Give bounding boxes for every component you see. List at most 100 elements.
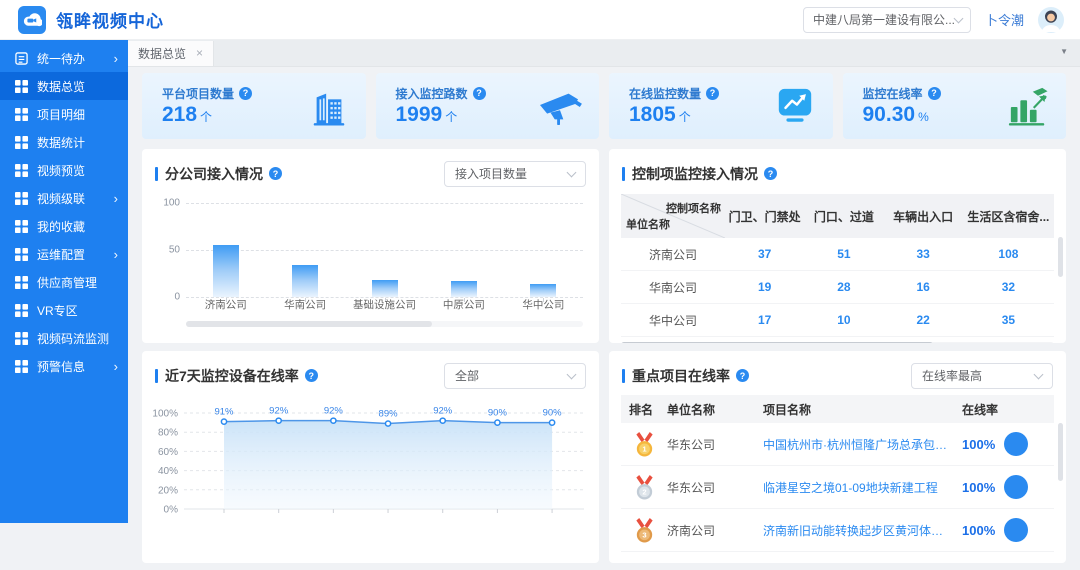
control-count[interactable]: 22: [884, 313, 963, 327]
help-icon[interactable]: ?: [764, 167, 777, 180]
svg-text:90%: 90%: [488, 408, 508, 419]
control-table-body: 济南公司375133108 华南公司19281632 华中公司17102235: [621, 238, 1054, 337]
column-header: 生活区含宿舍...: [963, 194, 1054, 238]
org-selector-dropdown[interactable]: 中建八局第一建设有限公...: [803, 7, 971, 33]
control-count[interactable]: 37: [725, 247, 804, 261]
sidebar-item-3[interactable]: 数据统计: [0, 128, 128, 156]
tab-label: 数据总览: [138, 45, 186, 62]
hscroll-thumb[interactable]: [621, 342, 933, 343]
project-link[interactable]: 中国杭州市·杭州恒隆广场总承包（标段1）工程: [763, 436, 962, 453]
tab-list-caret-icon[interactable]: ▼: [1060, 47, 1068, 56]
column-header: 车辆出入口: [884, 194, 963, 238]
avatar-icon: [1038, 7, 1064, 33]
project-link[interactable]: 临港星空之境01-09地块新建工程: [763, 479, 962, 496]
sidebar-item-label: 我的收藏: [37, 218, 85, 235]
key-projects-vscrollbar[interactable]: [1058, 423, 1063, 481]
online-rate-filter-dropdown[interactable]: 全部: [444, 363, 586, 389]
column-header: 单位名称: [667, 401, 763, 418]
key-projects-sort-dropdown[interactable]: 在线率最高: [911, 363, 1053, 389]
help-icon[interactable]: ?: [473, 87, 486, 100]
sidebar-item-6[interactable]: 我的收藏: [0, 212, 128, 240]
bar[interactable]: [530, 284, 556, 297]
table-row: 华中公司17102235: [621, 304, 1054, 337]
project-link[interactable]: 济南新旧动能转换起步区黄河体育及科技园区基础设施...: [763, 522, 962, 539]
stat-card-1: 接入监控路数?1999个: [376, 73, 600, 139]
sidebar-item-9[interactable]: VR专区: [0, 296, 128, 324]
stat-card-0: 平台项目数量?218个: [142, 73, 366, 139]
sidebar-item-8[interactable]: 供应商管理: [0, 268, 128, 296]
branch-metric-value: 接入项目数量: [455, 165, 527, 182]
control-count[interactable]: 35: [963, 313, 1054, 327]
x-axis-label: 华中公司: [504, 297, 583, 312]
control-count[interactable]: 28: [804, 280, 883, 294]
grid-icon: [15, 332, 28, 345]
help-icon[interactable]: ?: [305, 369, 318, 382]
svg-text:92%: 92%: [324, 406, 344, 417]
bar[interactable]: [372, 280, 398, 297]
bar[interactable]: [213, 245, 239, 297]
chevron-down-icon: [567, 167, 577, 177]
bar[interactable]: [292, 265, 318, 297]
medal-rank-3-icon: 3: [633, 518, 656, 543]
top-header: 瓴眸视频中心 中建八局第一建设有限公... 卜令潮: [0, 0, 1080, 40]
avatar[interactable]: [1038, 7, 1064, 33]
green-stats-camera-icon: [1006, 86, 1050, 126]
control-count[interactable]: 33: [884, 247, 963, 261]
control-count[interactable]: 51: [804, 247, 883, 261]
grid-icon: [15, 276, 28, 289]
online-rate-filter-value: 全部: [455, 367, 479, 384]
svg-text:92%: 92%: [269, 406, 289, 417]
sidebar-item-label: 项目明细: [37, 106, 85, 123]
key-projects-body: 1华东公司中国杭州市·杭州恒隆广场总承包（标段1）工程100%2华东公司临港星空…: [609, 423, 1066, 552]
branch-metric-dropdown[interactable]: 接入项目数量: [444, 161, 586, 187]
bar[interactable]: [451, 281, 477, 297]
sidebar-item-1[interactable]: 数据总览: [0, 72, 128, 100]
sidebar-item-5[interactable]: 视频级联›: [0, 184, 128, 212]
sidebar-item-4[interactable]: 视频预览: [0, 156, 128, 184]
table-row: 1华东公司中国杭州市·杭州恒隆广场总承包（标段1）工程100%: [621, 423, 1054, 466]
control-count[interactable]: 17: [725, 313, 804, 327]
chevron-right-icon: ›: [114, 192, 118, 205]
control-table-hscrollbar[interactable]: [621, 342, 1054, 343]
sidebar-item-7[interactable]: 运维配置›: [0, 240, 128, 268]
control-table-vscrollbar[interactable]: [1058, 237, 1063, 277]
svg-text:3: 3: [642, 530, 646, 539]
unit-name: 济南公司: [621, 246, 725, 263]
medal-rank-1-icon: 1: [633, 432, 656, 457]
title-accent-bar: [155, 167, 158, 181]
control-count[interactable]: 19: [725, 280, 804, 294]
help-icon[interactable]: ?: [928, 87, 941, 100]
online-rate-line-chart: 100%80%60%40%20%0%91%92%92%89%92%90%90%: [148, 393, 591, 548]
control-count[interactable]: 32: [963, 280, 1054, 294]
control-count[interactable]: 16: [884, 280, 963, 294]
x-axis-label: 济南公司: [186, 297, 265, 312]
username[interactable]: 卜令潮: [985, 10, 1024, 29]
unit-name: 华南公司: [621, 279, 725, 296]
help-icon[interactable]: ?: [706, 87, 719, 100]
hscroll-thumb[interactable]: [186, 321, 432, 327]
sidebar-item-2[interactable]: 项目明细: [0, 100, 128, 128]
help-icon[interactable]: ?: [239, 87, 252, 100]
control-count[interactable]: 108: [963, 247, 1054, 261]
svg-text:100%: 100%: [152, 409, 178, 420]
svg-text:60%: 60%: [158, 447, 178, 458]
tab-data-overview[interactable]: 数据总览 ×: [128, 41, 214, 66]
sidebar-item-0[interactable]: 统一待办›: [0, 44, 128, 72]
stat-label: 接入监控路数: [396, 85, 468, 102]
dashboard-content: 平台项目数量?218个接入监控路数?1999个在线监控数量?1805个监控在线率…: [128, 66, 1080, 570]
close-icon[interactable]: ×: [196, 47, 203, 59]
svg-text:40%: 40%: [158, 466, 178, 477]
help-icon[interactable]: ?: [269, 167, 282, 180]
online-rate-7d-title: 近7天监控设备在线率 ?: [155, 366, 318, 386]
stat-unit: 个: [200, 110, 212, 124]
bar-chart-hscrollbar[interactable]: [186, 321, 583, 327]
table-row: 2华东公司临港星空之境01-09地块新建工程100%: [621, 466, 1054, 509]
sidebar-item-11[interactable]: 预警信息›: [0, 352, 128, 380]
stat-value: 1805个: [629, 102, 719, 127]
column-header: 项目名称: [763, 401, 962, 418]
svg-text:1: 1: [642, 444, 647, 453]
control-count[interactable]: 10: [804, 313, 883, 327]
help-icon[interactable]: ?: [736, 369, 749, 382]
branch-access-title: 分公司接入情况 ?: [155, 164, 282, 184]
sidebar-item-10[interactable]: 视频码流监测: [0, 324, 128, 352]
